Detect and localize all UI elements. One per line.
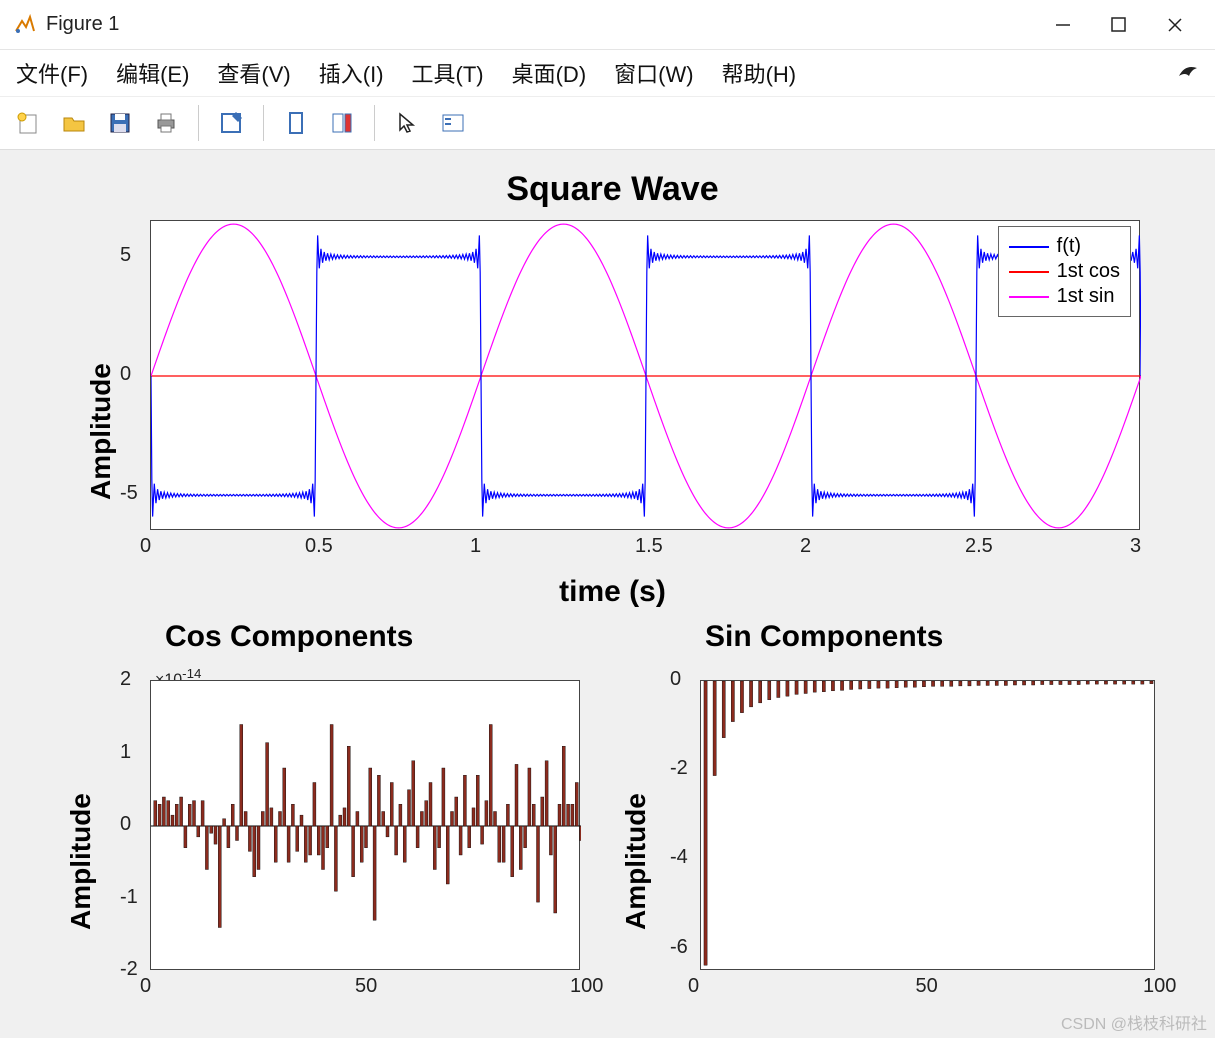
legend-label: f(t) — [1057, 235, 1081, 258]
menu-tools[interactable]: 工具(T) — [412, 57, 484, 89]
axes[interactable] — [700, 680, 1155, 970]
plot-sin-components[interactable]: Sin Components Amplitude 050100 -6-4-20 — [615, 620, 1175, 1015]
legend-label: 1st cos — [1057, 260, 1120, 283]
insert-legend-icon[interactable] — [435, 105, 471, 141]
menu-help[interactable]: 帮助(H) — [722, 57, 797, 89]
new-figure-icon[interactable] — [10, 105, 46, 141]
separator — [374, 105, 375, 141]
separator — [263, 105, 264, 141]
menubar: 文件(F) 编辑(E) 查看(V) 插入(I) 工具(T) 桌面(D) 窗口(W… — [0, 50, 1215, 96]
legend-label: 1st sin — [1057, 285, 1115, 308]
pointer-icon[interactable] — [389, 105, 425, 141]
edit-plot-icon[interactable] — [213, 105, 249, 141]
close-button[interactable] — [1147, 5, 1203, 45]
menu-view[interactable]: 查看(V) — [217, 57, 290, 89]
matlab-icon — [12, 13, 36, 37]
menu-window[interactable]: 窗口(W) — [614, 57, 693, 89]
maximize-button[interactable] — [1091, 5, 1147, 45]
chart-title: Sin Components — [615, 620, 1175, 654]
save-icon[interactable] — [102, 105, 138, 141]
minimize-button[interactable] — [1035, 5, 1091, 45]
menu-edit[interactable]: 编辑(E) — [116, 57, 189, 89]
insert-colorbar-icon[interactable] — [324, 105, 360, 141]
menu-desktop[interactable]: 桌面(D) — [512, 57, 587, 89]
chart-title: Square Wave — [75, 170, 1150, 209]
ylabel: Amplitude — [85, 363, 117, 500]
axes[interactable]: f(t) 1st cos 1st sin — [150, 220, 1140, 530]
toolbar — [0, 96, 1215, 150]
legend-entry: 1st sin — [1009, 285, 1120, 308]
chart-title: Cos Components — [55, 620, 600, 654]
plot-cos-components[interactable]: Cos Components Amplitude ×10-14 050100 -… — [55, 620, 600, 1015]
menu-insert[interactable]: 插入(I) — [319, 57, 384, 89]
legend[interactable]: f(t) 1st cos 1st sin — [998, 226, 1131, 317]
xlabel: time (s) — [75, 575, 1150, 609]
ylabel: Amplitude — [65, 793, 97, 930]
open-icon[interactable] — [56, 105, 92, 141]
axes[interactable] — [150, 680, 580, 970]
separator — [198, 105, 199, 141]
dock-icon[interactable] — [1177, 60, 1199, 86]
print-icon[interactable] — [148, 105, 184, 141]
legend-entry: 1st cos — [1009, 260, 1120, 283]
legend-entry: f(t) — [1009, 235, 1120, 258]
ylabel: Amplitude — [620, 793, 652, 930]
titlebar: Figure 1 — [0, 0, 1215, 50]
plot-square-wave[interactable]: Square Wave Amplitude f(t) 1st cos 1st s… — [75, 170, 1150, 590]
watermark: CSDN @栈枝科研社 — [1061, 1010, 1207, 1034]
menu-file[interactable]: 文件(F) — [16, 57, 88, 89]
window-title: Figure 1 — [46, 13, 119, 36]
link-axes-icon[interactable] — [278, 105, 314, 141]
